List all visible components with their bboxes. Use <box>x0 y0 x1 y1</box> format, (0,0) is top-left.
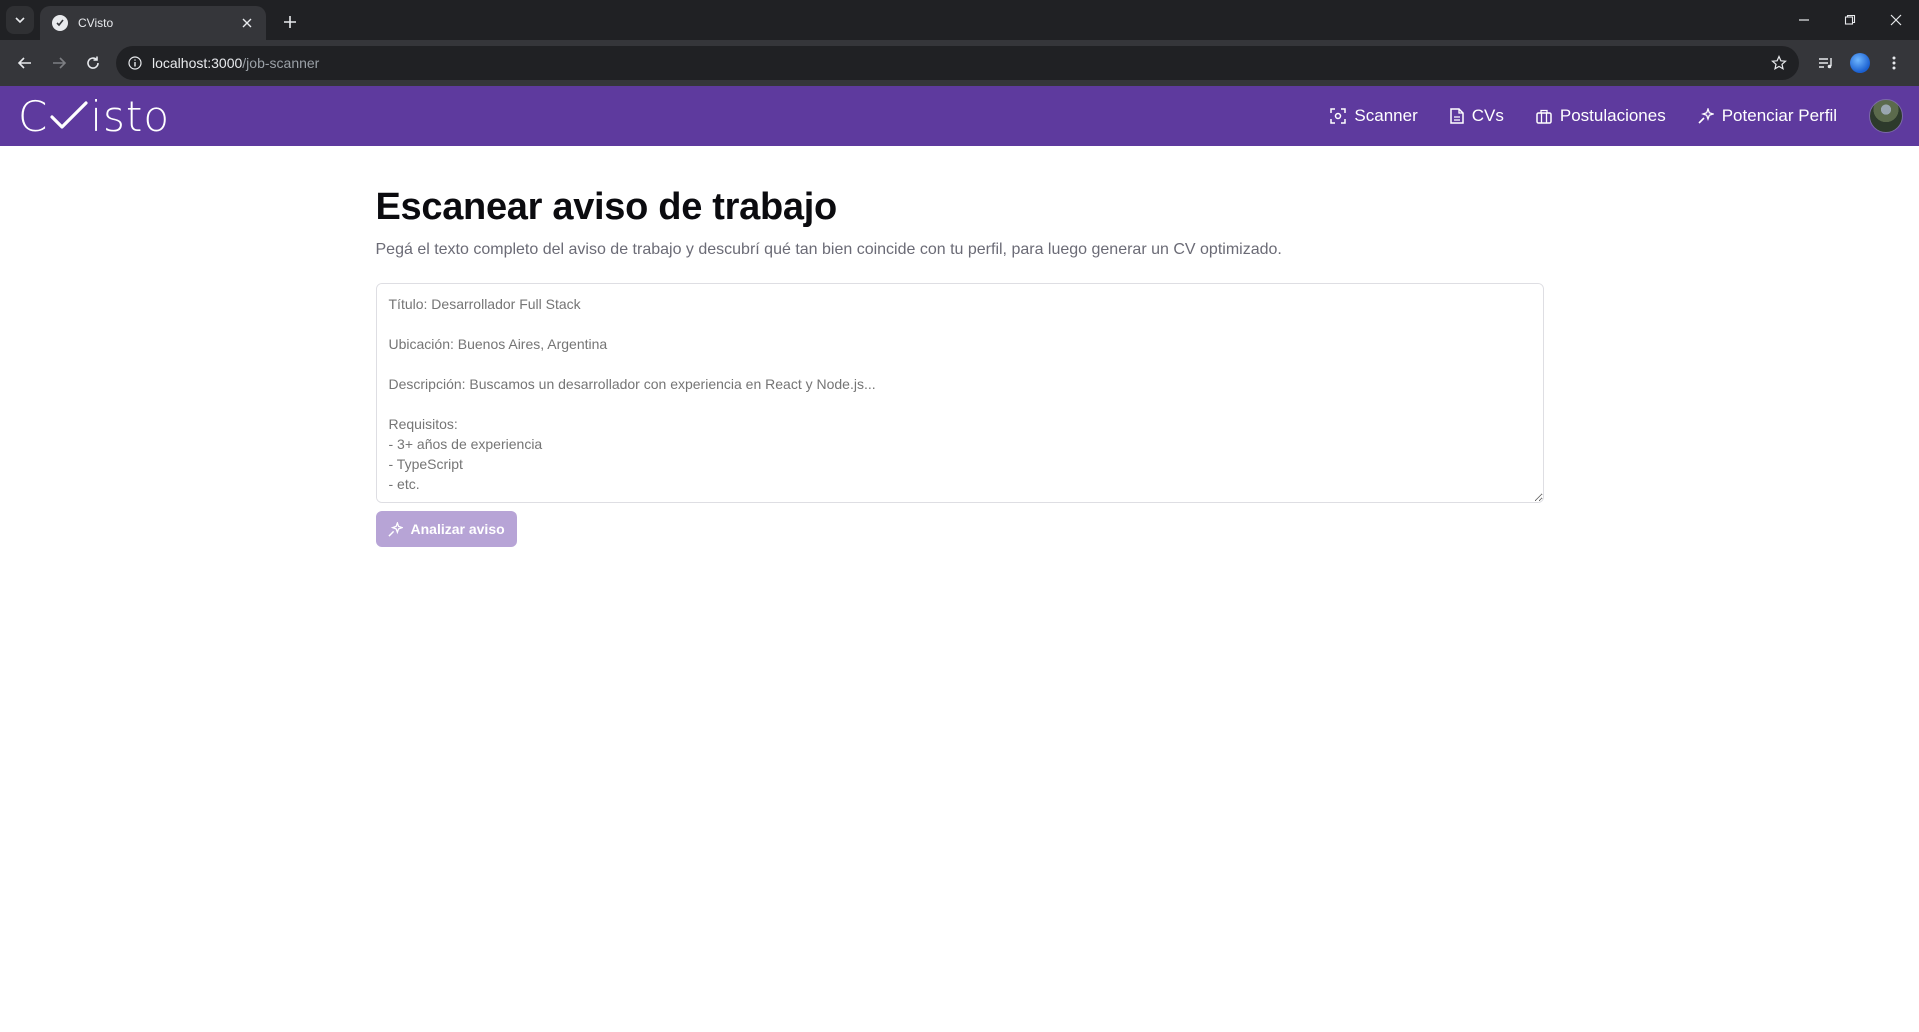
nav-postulaciones[interactable]: Postulaciones <box>1536 106 1666 126</box>
close-window-button[interactable] <box>1873 0 1919 40</box>
close-tab-icon[interactable] <box>238 14 256 32</box>
browser-menu-button[interactable] <box>1877 46 1911 80</box>
minimize-button[interactable] <box>1781 0 1827 40</box>
reading-list-button[interactable] <box>1809 46 1843 80</box>
tab-search-button[interactable] <box>6 6 34 34</box>
profile-icon <box>1850 53 1870 73</box>
scan-icon <box>1330 108 1347 124</box>
chevron-down-icon <box>15 17 25 24</box>
reload-button[interactable] <box>76 46 110 80</box>
page-title: Escanear aviso de trabajo <box>375 186 838 228</box>
job-description-input[interactable] <box>375 283 1544 503</box>
tab-title: CVisto <box>78 16 114 30</box>
nav-potenciar-perfil-label: Potenciar Perfil <box>1721 106 1837 125</box>
profile-button[interactable] <box>1843 46 1877 80</box>
back-button[interactable] <box>8 46 42 80</box>
browser-toolbar: localhost:3000/job-scanner <box>0 40 1919 86</box>
nav-scanner[interactable]: Scanner <box>1330 106 1418 126</box>
arrow-right-icon <box>53 57 67 69</box>
playlist-icon <box>1819 58 1832 69</box>
logo-text-right: isto <box>90 91 171 141</box>
nav-scanner-label: Scanner <box>1354 106 1418 125</box>
url-path: /job-scanner <box>242 55 320 71</box>
briefcase-icon <box>1536 109 1552 124</box>
reload-icon <box>87 56 99 69</box>
forward-button[interactable] <box>42 46 76 80</box>
arrow-left-icon <box>17 57 31 69</box>
logo-text-left: C <box>18 91 49 141</box>
analyze-job-button-label: Analizar aviso <box>410 521 505 537</box>
window-controls <box>1781 0 1919 40</box>
more-vertical-icon <box>1892 56 1896 70</box>
plus-icon <box>284 16 296 28</box>
nav-cvs-label: CVs <box>1471 106 1504 125</box>
job-scanner-page: Escanear aviso de trabajo Pegá el texto … <box>375 146 1544 547</box>
user-avatar[interactable] <box>1869 99 1903 133</box>
checkmark-icon <box>50 101 88 129</box>
url-host: localhost:3000 <box>152 55 243 71</box>
restore-button[interactable] <box>1827 0 1873 40</box>
sparkles-icon <box>1698 108 1714 124</box>
browser-tab-active[interactable]: CVisto <box>40 6 266 40</box>
info-icon <box>128 56 142 70</box>
new-tab-button[interactable] <box>276 8 304 36</box>
document-icon <box>1450 108 1464 124</box>
url-text: localhost:3000/job-scanner <box>152 55 1771 71</box>
main-nav: Scanner CVs Postulaciones Potenciar Perf… <box>1298 99 1903 133</box>
nav-cvs[interactable]: CVs <box>1450 106 1504 126</box>
address-bar[interactable]: localhost:3000/job-scanner <box>116 46 1799 80</box>
star-icon[interactable] <box>1771 55 1787 71</box>
sparkles-icon <box>387 521 403 537</box>
page-subtitle: Pegá el texto completo del aviso de trab… <box>375 241 1282 258</box>
cvisto-logo[interactable]: C isto <box>18 92 170 141</box>
nav-postulaciones-label: Postulaciones <box>1559 106 1666 125</box>
nav-potenciar-perfil[interactable]: Potenciar Perfil <box>1698 106 1837 126</box>
app-header: C isto Scanner CVs Postulaciones Potenci… <box>0 86 1919 146</box>
favicon-icon <box>52 15 68 31</box>
analyze-job-button[interactable]: Analizar aviso <box>375 511 517 547</box>
browser-tabbar: CVisto <box>0 0 1919 40</box>
